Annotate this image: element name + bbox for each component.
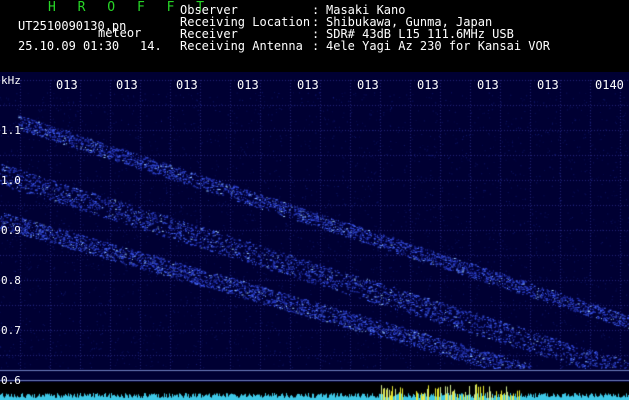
antenna-colon: : (312, 39, 320, 53)
y-tick: 0.8 (1, 274, 21, 287)
x-tick: 013 (116, 78, 138, 92)
x-tick: 013 (237, 78, 259, 92)
x-tick: 013 (537, 78, 559, 92)
header-panel: H R O F F T UT2510090130.pn meteor 25.10… (0, 0, 629, 72)
y-tick: 0.9 (1, 224, 21, 237)
file-type: meteor (98, 26, 142, 40)
date-time: 25.10.09 01:30 (18, 39, 120, 53)
y-tick: 1.0 (1, 174, 21, 187)
y-tick: 0.7 (1, 324, 21, 337)
antenna-value: 4ele Yagi Az 230 for Kansai VOR (326, 39, 550, 53)
x-tick: 0140 (595, 78, 624, 92)
x-tick: 013 (297, 78, 319, 92)
x-tick: 013 (477, 78, 499, 92)
x-tick: 013 (56, 78, 78, 92)
y-axis-unit: kHz (1, 74, 21, 87)
spectrogram-panel: kHz 013 013 013 013 013 013 013 013 013 … (0, 72, 629, 400)
meteor-count: 14. (140, 39, 162, 53)
spectrogram-canvas (0, 72, 629, 400)
y-tick: 1.1 (1, 124, 21, 137)
x-tick: 013 (417, 78, 439, 92)
x-tick: 013 (176, 78, 198, 92)
y-tick: 0.6 (1, 374, 21, 387)
antenna-label: Receiving Antenna (180, 39, 303, 53)
x-tick: 013 (357, 78, 379, 92)
